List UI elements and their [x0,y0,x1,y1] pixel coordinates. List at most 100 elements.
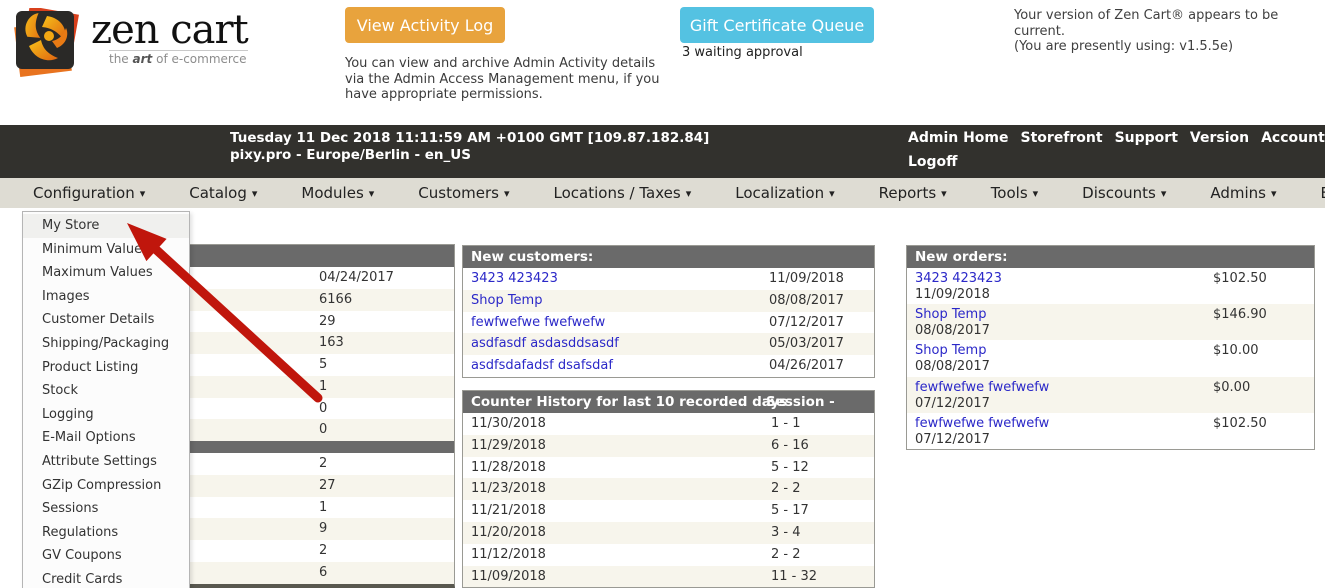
order-row: Shop Temp 08/08/2017 $10.00 [907,340,1314,376]
new-customers-list: 3423 423423 11/09/2018 Shop Temp 08/08/2… [463,268,874,377]
customer-row: asdfsdafadsf dsafsdaf 04/26/2017 [463,355,874,377]
menu-item[interactable]: Localization ▾ [735,184,834,202]
counter-history-row: 11/20/2018 3 - 4 [463,521,874,544]
new-orders-list: 3423 423423 11/09/2018 $102.50 Shop Temp… [907,268,1314,449]
menu-item[interactable]: Configuration ▾ [33,184,145,202]
order-customer-link[interactable]: Shop Temp [915,343,986,358]
customer-name-link[interactable]: Shop Temp [471,293,542,308]
quick-link[interactable]: Storefront [1021,130,1103,147]
customer-date: 05/03/2017 [769,336,844,352]
customer-name-link[interactable]: asdfsdafadsf dsafsdaf [471,358,613,373]
dropdown-menu-item[interactable]: Credit Cards [23,568,189,588]
counter-session-total: 11 - 32 [771,568,818,584]
dropdown-menu-item[interactable]: GZip Compression [23,474,189,498]
menu-item-label: Reports [878,184,937,202]
counter-session-total: 2 - 2 [771,546,801,562]
menu-item[interactable]: Reports ▾ [879,184,947,202]
version-info: Your version of Zen Cart® appears to be … [1014,8,1320,55]
info-bar: Tuesday 11 Dec 2018 11:11:59 AM +0100 GM… [0,125,1325,178]
customer-name-link[interactable]: 3423 423423 [471,271,558,286]
menu-item[interactable]: Customers ▾ [418,184,509,202]
counter-history-title: Counter History for last 10 recorded day… [471,394,788,410]
customer-date: 11/09/2018 [769,271,844,286]
dropdown-menu-item[interactable]: Shipping/Packaging [23,332,189,356]
order-date: 08/08/2017 [915,359,990,375]
counter-date: 11/12/2018 [471,546,546,562]
dropdown-menu-item[interactable]: Regulations [23,521,189,545]
counter-date: 11/23/2018 [471,481,546,497]
datetime-text: Tuesday 11 Dec 2018 11:11:59 AM +0100 GM… [230,130,710,146]
dropdown-menu-item[interactable]: Stock [23,379,189,403]
menu-item[interactable]: Modules ▾ [301,184,374,202]
order-amount: $102.50 [1213,415,1267,431]
quick-link[interactable]: Support [1115,130,1178,147]
customer-row: Shop Temp 08/08/2017 [463,289,874,312]
dropdown-menu-item[interactable]: Customer Details [23,308,189,332]
menu-item-label: Modules [301,184,364,202]
quick-link[interactable]: Version [1190,130,1249,147]
dropdown-menu-item[interactable]: GV Coupons [23,544,189,568]
counter-history-row: 11/28/2018 5 - 12 [463,456,874,479]
menu-item[interactable]: Discounts ▾ [1082,184,1166,202]
counter-history-row: 11/30/2018 1 - 1 [463,413,874,435]
order-amount: $0.00 [1213,379,1251,395]
order-customer-link[interactable]: 3423 423423 [915,271,1002,286]
quick-link[interactable]: Admin Home [908,130,1009,147]
menu-item[interactable]: Tools ▾ [991,184,1038,202]
caret-down-icon: ▾ [941,186,947,200]
dropdown-menu-item[interactable]: Images [23,285,189,309]
counter-history-row: 11/21/2018 5 - 17 [463,500,874,522]
view-activity-log-button[interactable]: View Activity Log [345,7,505,43]
caret-down-icon: ▾ [829,186,835,200]
menu-item-label: Configuration [33,184,135,202]
customer-name-link[interactable]: asdfasdf asdasddsasdf [471,336,619,351]
statistics-value: 27 [319,477,336,493]
version-line1: Your version of Zen Cart® appears to be … [1014,8,1279,39]
menu-item[interactable]: Extras ▾ [1321,184,1325,202]
statistics-value: 29 [319,313,336,329]
dropdown-menu-item[interactable]: Logging [23,403,189,427]
dropdown-menu-item[interactable]: Sessions [23,497,189,521]
order-amount: $10.00 [1213,343,1259,359]
dropdown-menu-item[interactable]: Product Listing [23,356,189,380]
order-row: 3423 423423 11/09/2018 $102.50 [907,268,1314,304]
quick-link[interactable]: Account [1261,130,1325,147]
quick-link[interactable]: Logoff [908,154,958,171]
statistics-value: 2 [319,543,328,558]
menu-item-label: Admins [1210,184,1266,202]
menu-item-label: Localization [735,184,825,202]
dropdown-menu-item[interactable]: My Store [23,214,189,238]
menu-item-label: Extras [1321,184,1325,202]
menu-item-label: Tools [990,184,1028,202]
menu-item[interactable]: Admins ▾ [1210,184,1276,202]
order-row: Shop Temp 08/08/2017 $146.90 [907,304,1314,341]
site-locale-text: pixy.pro - Europe/Berlin - en_US [230,147,471,163]
logo-title: zen cart [91,7,249,53]
caret-down-icon: ▾ [1032,186,1039,200]
statistics-value: 1 [319,378,328,394]
statistics-value: 2 [319,456,328,471]
dropdown-menu-item[interactable]: Minimum Values [23,238,189,262]
zen-cart-logo-icon [14,8,79,77]
counter-history-panel: Counter History for last 10 recorded day… [462,390,875,588]
customer-row: asdfasdf asdasddsasdf 05/03/2017 [463,333,874,356]
dropdown-menu-item[interactable]: E-Mail Options [23,426,189,450]
customer-name-link[interactable]: fewfwefwe fwefwefw [471,315,605,330]
order-customer-link[interactable]: fewfwefwe fwefwefw [915,416,1049,431]
gift-certificate-queue-button[interactable]: Gift Certificate Queue [680,7,874,43]
menu-item[interactable]: Catalog ▾ [189,184,257,202]
counter-session-total: 6 - 16 [771,437,809,453]
menu-item[interactable]: Locations / Taxes ▾ [554,184,692,202]
statistics-value: 04/24/2017 [319,270,394,285]
order-amount: $102.50 [1213,271,1267,286]
admin-quick-links: Admin Home Storefront Support Version Accoun… [908,130,1325,178]
order-customer-link[interactable]: fewfwefwe fwefwefw [915,380,1049,395]
new-orders-header: New orders: [907,246,1314,268]
order-date: 07/12/2017 [915,431,990,447]
dropdown-menu-item[interactable]: Attribute Settings [23,450,189,474]
statistics-value: 0 [319,400,328,416]
dropdown-menu-item[interactable]: Maximum Values [23,261,189,285]
order-customer-link[interactable]: Shop Temp [915,307,986,322]
order-date: 11/09/2018 [915,287,990,302]
counter-session-total: 5 - 17 [771,503,809,519]
